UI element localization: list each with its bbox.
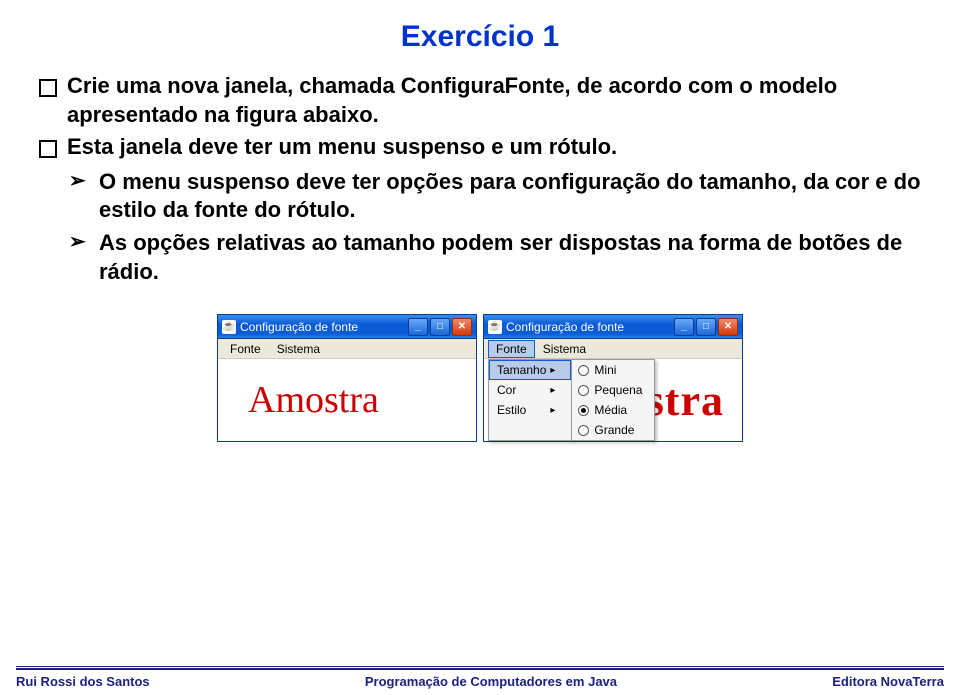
page-title: Exercício 1 xyxy=(35,20,925,54)
window-title: Configuração de fonte xyxy=(506,320,670,334)
minimize-button[interactable]: _ xyxy=(408,318,428,336)
radio-label: Média xyxy=(594,403,627,417)
window-content: Amostra xyxy=(218,359,476,441)
maximize-button[interactable]: □ xyxy=(430,318,450,336)
menubar: Fonte Sistema xyxy=(484,339,742,359)
close-button[interactable]: ✕ xyxy=(452,318,472,336)
bullet-2: Esta janela deve ter um menu suspenso e … xyxy=(35,133,925,162)
radio-media[interactable]: Média xyxy=(572,400,654,420)
page-footer: Rui Rossi dos Santos Programação de Comp… xyxy=(0,666,960,689)
dropdown-assembly: Tamanho ▸ Cor ▸ Estilo ▸ Mini xyxy=(488,359,655,441)
radio-mini[interactable]: Mini xyxy=(572,360,654,380)
radio-grande[interactable]: Grande xyxy=(572,420,654,440)
menu-fonte[interactable]: Fonte xyxy=(222,340,269,358)
submenu-tamanho[interactable]: Tamanho ▸ xyxy=(489,360,571,380)
sub-list: O menu suspenso deve ter opções para con… xyxy=(35,168,925,286)
titlebar: ☕ Configuração de fonte _ □ ✕ xyxy=(218,315,476,339)
titlebar: ☕ Configuração de fonte _ □ ✕ xyxy=(484,315,742,339)
mock-window-1: ☕ Configuração de fonte _ □ ✕ Fonte Sist… xyxy=(217,314,477,442)
footer-left: Rui Rossi dos Santos xyxy=(16,674,150,689)
menubar: Fonte Sistema xyxy=(218,339,476,359)
submenu-label: Tamanho xyxy=(497,363,546,377)
menu-fonte[interactable]: Fonte xyxy=(488,340,535,358)
sub-bullet-2: As opções relativas ao tamanho podem ser… xyxy=(35,229,925,286)
label-amostra-partial: stra xyxy=(647,375,724,426)
chevron-right-icon: ▸ xyxy=(550,365,555,376)
close-button[interactable]: ✕ xyxy=(718,318,738,336)
radio-icon-selected xyxy=(578,405,589,416)
submenu-estilo[interactable]: Estilo ▸ xyxy=(489,400,571,420)
window-title: Configuração de fonte xyxy=(240,320,404,334)
radio-size-menu: Mini Pequena Média Grande xyxy=(571,359,655,441)
radio-icon xyxy=(578,365,589,376)
menu-sistema[interactable]: Sistema xyxy=(535,340,594,358)
label-amostra: Amostra xyxy=(248,378,379,422)
submenu-label: Estilo xyxy=(497,403,526,417)
submenu-cor[interactable]: Cor ▸ xyxy=(489,380,571,400)
chevron-right-icon: ▸ xyxy=(550,405,555,416)
menu-sistema[interactable]: Sistema xyxy=(269,340,328,358)
radio-label: Mini xyxy=(594,363,616,377)
java-icon: ☕ xyxy=(488,320,502,334)
mock-window-2: ☕ Configuração de fonte _ □ ✕ Fonte Sist… xyxy=(483,314,743,442)
minimize-button[interactable]: _ xyxy=(674,318,694,336)
radio-pequena[interactable]: Pequena xyxy=(572,380,654,400)
maximize-button[interactable]: □ xyxy=(696,318,716,336)
bullet-1: Crie uma nova janela, chamada ConfiguraF… xyxy=(35,72,925,129)
footer-center: Programação de Computadores em Java xyxy=(365,674,617,689)
submenu-label: Cor xyxy=(497,383,516,397)
submenu-fonte: Tamanho ▸ Cor ▸ Estilo ▸ xyxy=(488,359,572,441)
radio-label: Grande xyxy=(594,423,634,437)
chevron-right-icon: ▸ xyxy=(550,385,555,396)
bullet-list: Crie uma nova janela, chamada ConfiguraF… xyxy=(35,72,925,162)
sub-bullet-1: O menu suspenso deve ter opções para con… xyxy=(35,168,925,225)
java-icon: ☕ xyxy=(222,320,236,334)
radio-icon xyxy=(578,385,589,396)
radio-icon xyxy=(578,425,589,436)
footer-right: Editora NovaTerra xyxy=(832,674,944,689)
radio-label: Pequena xyxy=(594,383,642,397)
